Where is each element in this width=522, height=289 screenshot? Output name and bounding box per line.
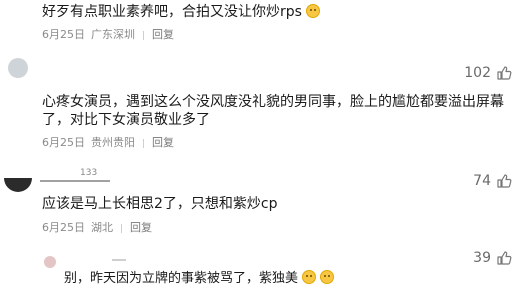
thumbs-up-icon (497, 251, 512, 265)
comment-3-like-button[interactable]: 74 (473, 173, 512, 189)
comment-2-location: 贵州贵阳 (91, 136, 135, 149)
comment-1-reply-button[interactable]: 回复 (152, 28, 174, 41)
comment-1-text: 好歹有点职业素养吧，合拍又没让你炒rps (42, 4, 302, 20)
divider (121, 223, 122, 233)
avatar[interactable] (8, 58, 28, 78)
avatar[interactable] (4, 178, 32, 192)
comment-3-location: 湖北 (91, 221, 113, 234)
divider (143, 30, 144, 40)
comment-2-like-button[interactable]: 102 (464, 65, 512, 81)
comment-4-like-count: 39 (473, 250, 491, 266)
comment-3-meta: 6月25日 湖北 回复 (42, 221, 152, 235)
comment-4-like-button[interactable]: 39 (473, 250, 512, 266)
username-placeholder (112, 259, 126, 261)
comment-2-text-line1: 心疼女演员，遇到这么个没风度没礼貌的男同事，脸上的尴尬都要溢出屏幕 (42, 94, 504, 110)
comment-2-reply-button[interactable]: 回复 (152, 136, 174, 149)
comment-2-date: 6月25日 (42, 136, 85, 149)
face-emoji-icon (306, 4, 321, 18)
comment-1-location: 广东深圳 (91, 28, 135, 41)
comment-2-like-count: 102 (464, 65, 491, 81)
comment-4-text: 别，昨天因为立牌的事紫被骂了，紫独美 (64, 271, 299, 286)
face-emoji-icon (320, 270, 335, 284)
thumbs-up-icon (497, 174, 512, 188)
face-emoji-icon (302, 270, 317, 284)
comment-3-reply-button[interactable]: 回复 (130, 221, 152, 234)
comment-feed: 好歹有点职业素养吧，合拍又没让你炒rps 6月25日 广东深圳 回复 102 心疼女… (0, 0, 522, 289)
comment-4-text-row: 别，昨天因为立牌的事紫被骂了，紫独美 (64, 270, 335, 288)
comment-1-text-row: 好歹有点职业素养吧，合拍又没让你炒rps (42, 2, 321, 22)
comment-3-text: 应该是马上长相思2了，只想和紫炒cp (42, 196, 278, 212)
cropped-username (40, 176, 110, 186)
thumbs-up-icon (497, 66, 512, 80)
avatar[interactable] (44, 256, 56, 268)
divider (143, 138, 144, 148)
comment-3-date: 6月25日 (42, 221, 85, 234)
comment-1-meta: 6月25日 广东深圳 回复 (42, 28, 174, 42)
comment-3-like-count: 74 (473, 173, 491, 189)
comment-2-text-line2: 了，对比下女演员敬业多了 (42, 112, 210, 128)
comment-2-meta: 6月25日 贵州贵阳 回复 (42, 136, 174, 150)
comment-1-date: 6月25日 (42, 28, 85, 41)
